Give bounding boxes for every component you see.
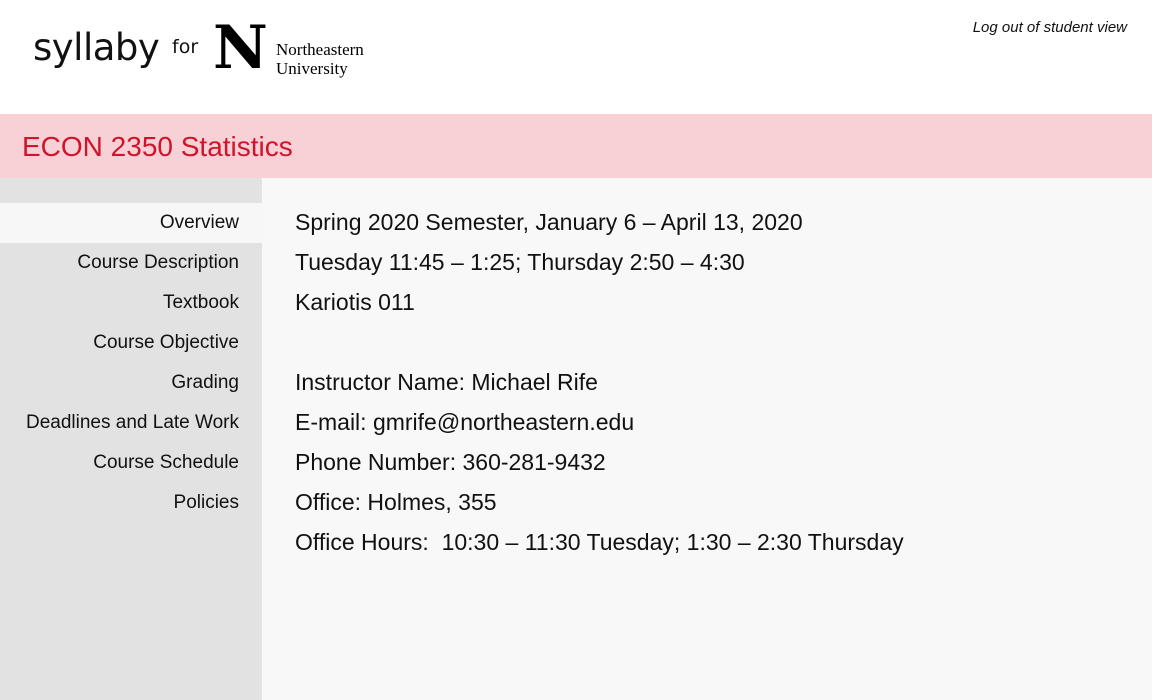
instructor-office: Office: Holmes, 355	[295, 489, 497, 515]
header: syllaby for N Northeastern University Lo…	[0, 0, 1152, 114]
university-name-line1: Northeastern	[276, 40, 364, 59]
instructor-phone: Phone Number: 360-281-9432	[295, 449, 606, 475]
office-hours: Office Hours: 10:30 – 11:30 Tuesday; 1:3…	[295, 529, 904, 555]
northeastern-n-icon: N	[213, 13, 268, 83]
overview-content: Spring 2020 Semester, January 6 – April …	[262, 178, 1152, 700]
northeastern-logo: N Northeastern University	[213, 18, 383, 80]
classroom: Kariotis 011	[295, 289, 415, 315]
syllaby-logo: syllaby	[33, 26, 160, 69]
for-label: for	[172, 36, 199, 58]
sidebar-nav: Overview Course Description Textbook Cou…	[0, 178, 262, 700]
sidebar-item-policies[interactable]: Policies	[0, 483, 262, 523]
meeting-times: Tuesday 11:45 – 1:25; Thursday 2:50 – 4:…	[295, 249, 745, 275]
university-name-line2: University	[276, 59, 348, 78]
instructor-name: Instructor Name: Michael Rife	[295, 369, 598, 395]
course-title-bar: ECON 2350 Statistics	[0, 114, 1152, 178]
sidebar-item-grading[interactable]: Grading	[0, 363, 262, 403]
sidebar-item-textbook[interactable]: Textbook	[0, 283, 262, 323]
course-title: ECON 2350 Statistics	[22, 131, 293, 162]
sidebar-item-course-schedule[interactable]: Course Schedule	[0, 443, 262, 483]
instructor-email: E-mail: gmrife@northeastern.edu	[295, 409, 635, 435]
sidebar-item-deadlines[interactable]: Deadlines and Late Work	[0, 403, 262, 443]
sidebar-item-overview[interactable]: Overview	[0, 203, 262, 243]
sidebar-item-course-description[interactable]: Course Description	[0, 243, 262, 283]
semester-dates: Spring 2020 Semester, January 6 – April …	[295, 209, 803, 235]
sidebar-item-course-objective[interactable]: Course Objective	[0, 323, 262, 363]
logout-student-view-link[interactable]: Log out of student view	[973, 19, 1127, 36]
